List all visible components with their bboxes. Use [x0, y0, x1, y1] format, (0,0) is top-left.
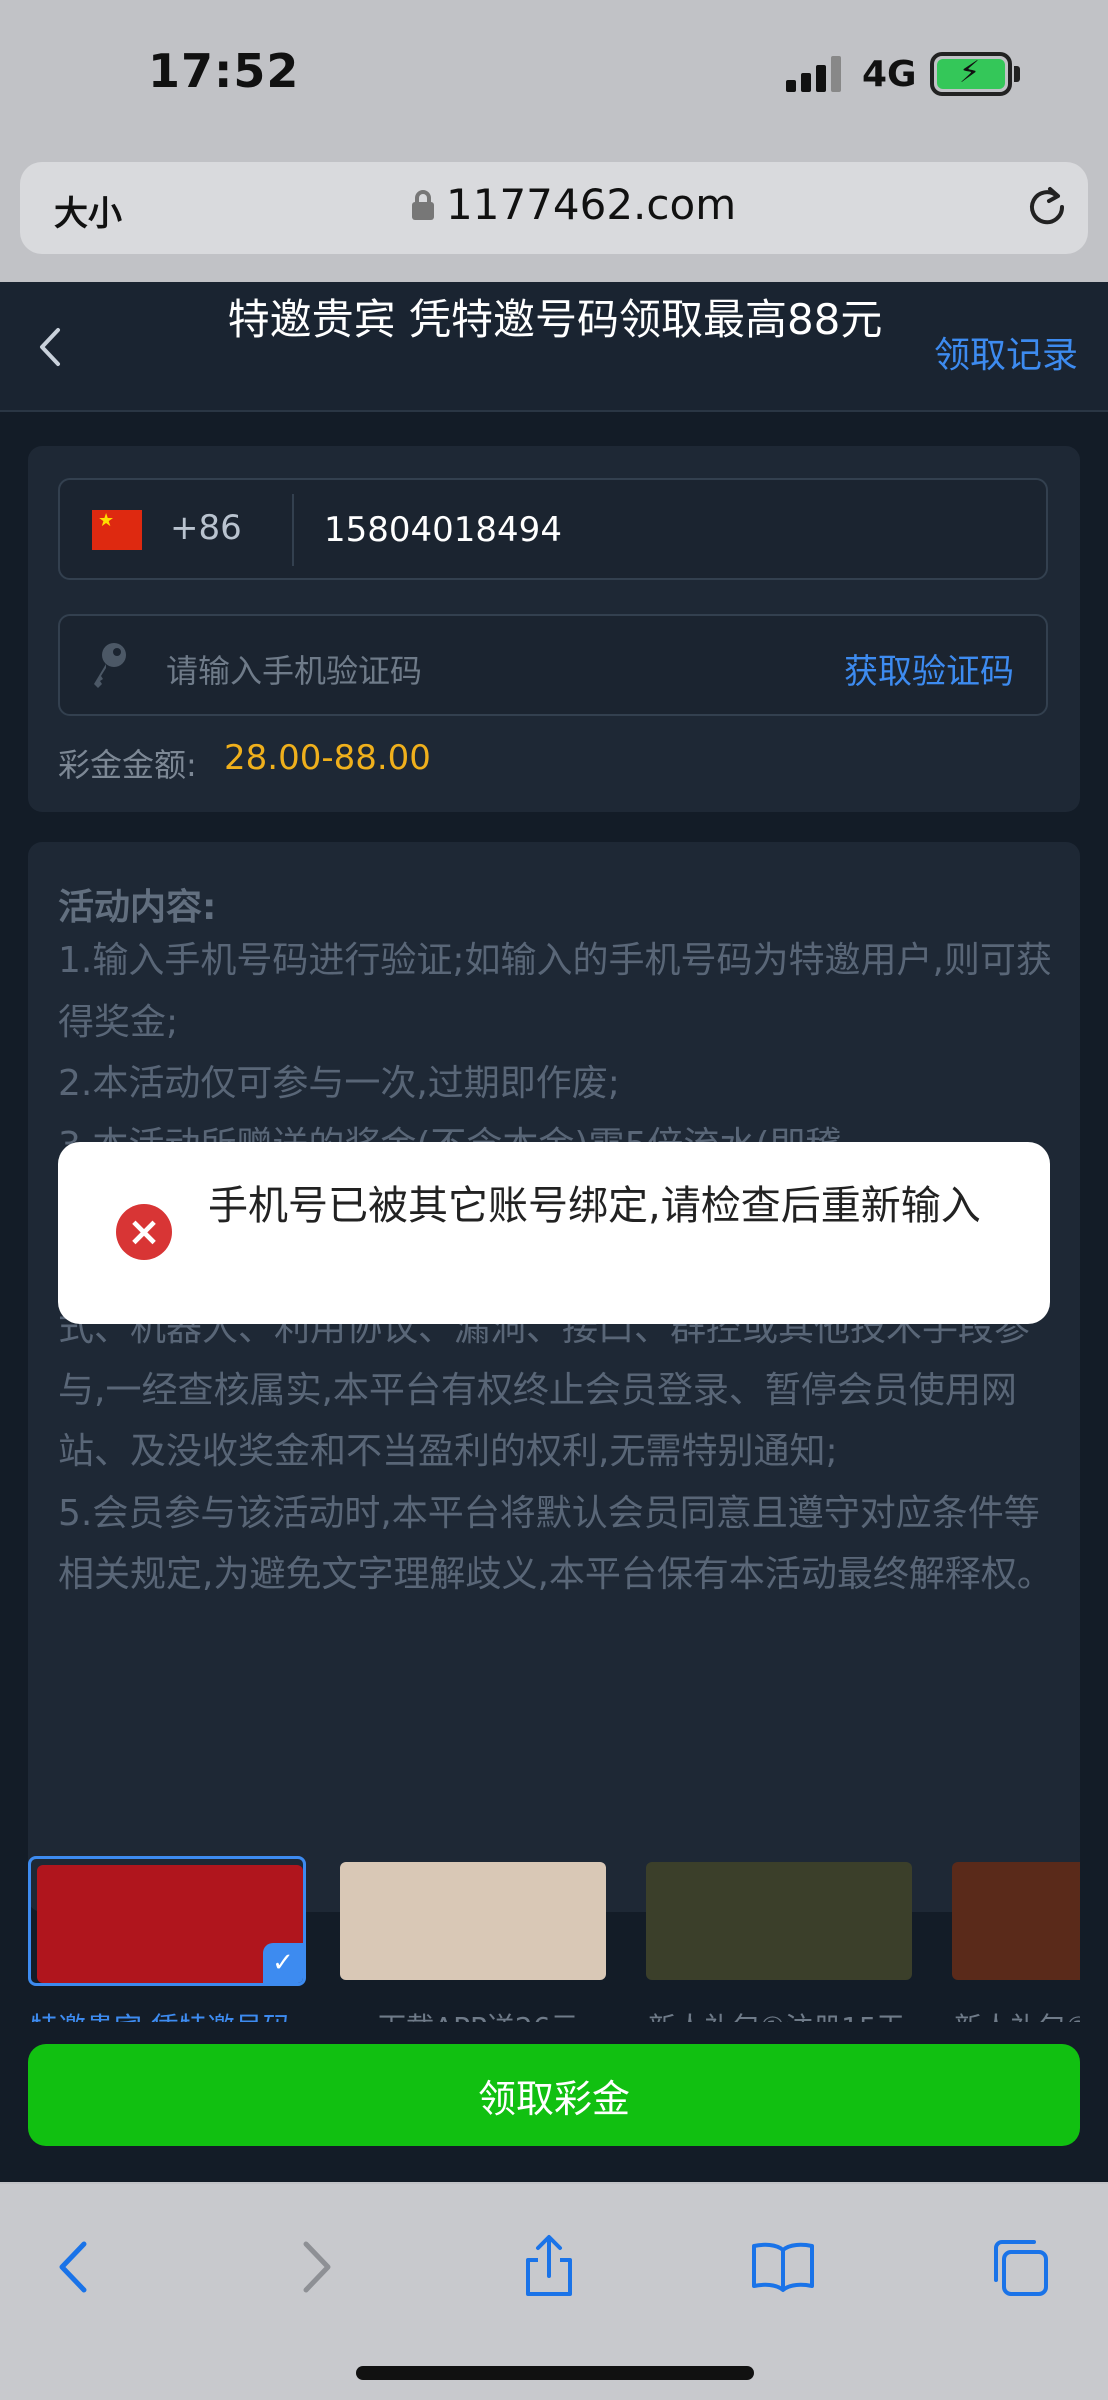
promo-banner [340, 1862, 606, 1980]
page-title: 特邀贵宾 凭特邀号码领取最高88元 [227, 295, 883, 344]
forward-icon[interactable] [280, 2232, 350, 2302]
verification-code-field[interactable]: 请输入手机验证码 获取验证码 [58, 614, 1048, 716]
share-icon[interactable] [514, 2232, 584, 2302]
claim-bonus-button[interactable]: 领取彩金 [28, 2044, 1080, 2146]
country-code[interactable]: +86 [170, 508, 242, 548]
toast-message: 手机号已被其它账号绑定,请检查后重新输入 [208, 1183, 981, 1229]
clock: 17:52 [148, 44, 300, 98]
tabs-icon[interactable] [984, 2232, 1054, 2302]
rule-item: 1.输入手机号码进行验证;如输入的手机号码为特邀用户,则可获得奖金; [58, 940, 1052, 1043]
home-indicator [356, 2366, 754, 2380]
promo-card[interactable] [946, 1856, 1080, 1986]
network-type: 4G [862, 54, 917, 95]
reload-icon[interactable] [1024, 184, 1070, 230]
bonus-label: 彩金金额: [58, 746, 197, 784]
bookmarks-icon[interactable] [748, 2232, 818, 2302]
battery-icon: ⚡ [930, 52, 1020, 96]
page-header: 特邀贵宾 凭特邀号码领取最高88元 领取记录 [0, 282, 1108, 412]
promo-banner [952, 1862, 1080, 1980]
lock-icon [412, 190, 434, 220]
claim-form: ★ +86 15804018494 请输入手机验证码 获取验证码 彩金金额: 2… [28, 446, 1080, 812]
promo-card[interactable]: ✓ [28, 1856, 306, 1986]
url-text[interactable]: 1177462.com [446, 180, 736, 229]
back-arrow-icon[interactable] [30, 322, 70, 372]
code-input[interactable]: 请输入手机验证码 [166, 646, 422, 692]
divider [292, 494, 294, 566]
phone-input[interactable]: 15804018494 [324, 510, 562, 550]
back-icon[interactable] [40, 2232, 110, 2302]
china-flag-icon[interactable]: ★ [92, 510, 142, 550]
claim-footer: 领取彩金 [0, 2022, 1108, 2182]
address-bar[interactable]: 大小 1177462.com [20, 162, 1088, 254]
error-toast: × 手机号已被其它账号绑定,请检查后重新输入 [58, 1142, 1050, 1324]
phone-field[interactable]: ★ +86 15804018494 [58, 478, 1048, 580]
rule-item: 2.本活动仅可参与一次,过期即作废; [58, 1063, 620, 1104]
key-icon [94, 643, 126, 688]
promo-banner [646, 1862, 912, 1980]
error-icon: × [116, 1204, 172, 1260]
promo-card[interactable] [640, 1856, 918, 1986]
promo-carousel[interactable]: ✓ 特邀贵宾 凭特邀号码 下载APP送26元 新人礼包①注册15天 新人礼包② [28, 1856, 1080, 2034]
rules-title: 活动内容: [58, 887, 217, 928]
status-bar: 17:52 4G ⚡ [0, 0, 1108, 160]
bonus-amount: 28.00-88.00 [224, 738, 431, 778]
selected-check-icon: ✓ [263, 1943, 303, 1983]
rule-item: 5.会员参与该活动时,本平台将默认会员同意且遵守对应条件等相关规定,为避免文字理… [58, 1492, 1053, 1596]
text-size-button[interactable]: 大小 [54, 186, 122, 235]
promo-card[interactable] [334, 1856, 612, 1986]
rules-panel: 活动内容: 1.输入手机号码进行验证;如输入的手机号码为特邀用户,则可获得奖金;… [28, 842, 1080, 1912]
claim-records-link[interactable]: 领取记录 [934, 326, 1078, 378]
get-code-button[interactable]: 获取验证码 [844, 644, 1014, 693]
signal-icon [786, 56, 842, 92]
